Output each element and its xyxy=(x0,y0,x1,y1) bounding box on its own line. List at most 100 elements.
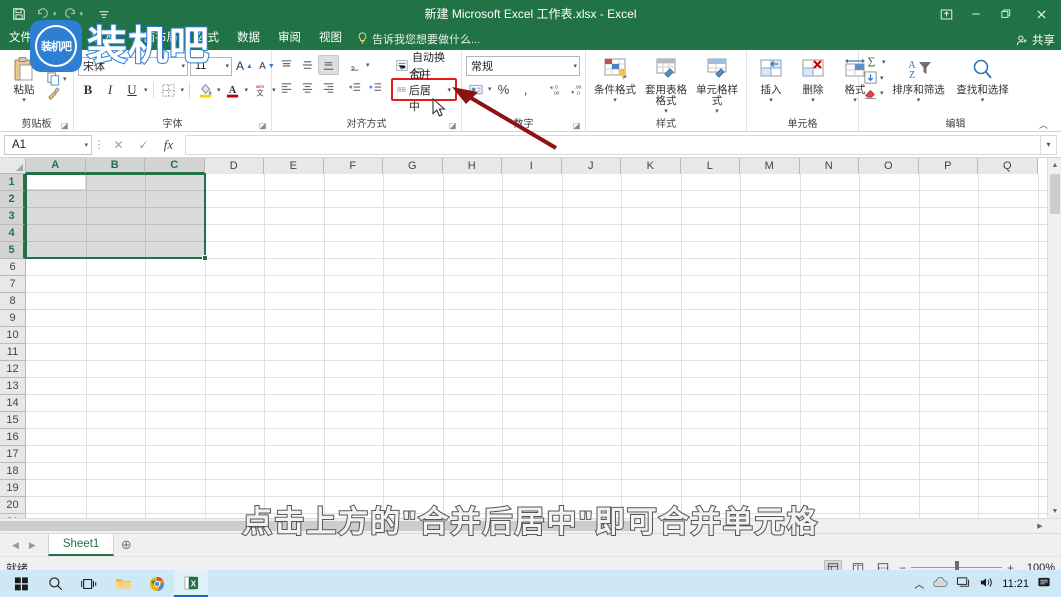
column-header-O[interactable]: O xyxy=(859,158,919,174)
next-sheet-icon[interactable]: ▶ xyxy=(29,540,36,551)
column-header-D[interactable]: D xyxy=(205,158,265,174)
row-header-3[interactable]: 3 xyxy=(0,208,25,225)
alignment-dialog-launcher-icon[interactable]: ◪ xyxy=(449,121,458,130)
network-icon[interactable] xyxy=(956,576,971,592)
formula-bar-grip[interactable]: ⋮ xyxy=(92,138,106,151)
font-name-dropdown-icon[interactable]: ▾ xyxy=(178,62,185,70)
tab-formulas[interactable]: 公式 xyxy=(187,28,228,50)
format-painter-button[interactable] xyxy=(46,87,67,102)
show-hidden-icons-icon[interactable]: ︿ xyxy=(914,576,924,591)
row-header-15[interactable]: 15 xyxy=(0,412,25,429)
customize-qat-icon[interactable] xyxy=(93,3,115,25)
column-header-Q[interactable]: Q xyxy=(978,158,1038,174)
conditional-formatting-button[interactable]: ≠ 条件格式 ▾ xyxy=(590,53,640,104)
redo-dropdown-icon[interactable]: ▾ xyxy=(80,10,84,18)
fill-dropdown-icon[interactable]: ▾ xyxy=(880,75,884,82)
vertical-scroll-thumb[interactable] xyxy=(1050,174,1060,214)
windows-start-icon[interactable] xyxy=(4,570,38,597)
row-header-16[interactable]: 16 xyxy=(0,429,25,446)
column-header-E[interactable]: E xyxy=(264,158,324,174)
minimize-icon[interactable] xyxy=(961,0,991,28)
row-header-20[interactable]: 20 xyxy=(0,497,25,514)
font-name-combo[interactable]: 宋体 ▾ xyxy=(78,57,188,76)
delete-cells-dropdown-icon[interactable]: ▾ xyxy=(811,97,815,104)
select-all-corner-icon[interactable] xyxy=(0,158,26,174)
column-header-H[interactable]: H xyxy=(443,158,503,174)
row-header-19[interactable]: 19 xyxy=(0,480,25,497)
align-center-button[interactable] xyxy=(297,77,317,97)
undo-icon[interactable] xyxy=(32,3,54,25)
scroll-up-icon[interactable]: ▲ xyxy=(1048,158,1061,172)
column-header-L[interactable]: L xyxy=(681,158,741,174)
autosum-dropdown-icon[interactable]: ▾ xyxy=(882,59,886,66)
chrome-icon[interactable] xyxy=(140,570,174,597)
percent-style-button[interactable]: % xyxy=(494,79,514,99)
row-header-1[interactable]: 1 xyxy=(0,174,25,191)
undo-dropdown-icon[interactable]: ▾ xyxy=(53,10,57,18)
row-header-10[interactable]: 10 xyxy=(0,327,25,344)
align-left-button[interactable] xyxy=(276,77,296,97)
prev-sheet-icon[interactable]: ◀ xyxy=(12,540,19,551)
row-header-4[interactable]: 4 xyxy=(0,225,25,242)
delete-cells-button[interactable]: 删除 ▾ xyxy=(793,53,833,104)
row-header-9[interactable]: 9 xyxy=(0,310,25,327)
fill-color-dropdown-icon[interactable]: ▾ xyxy=(217,87,221,94)
align-right-button[interactable] xyxy=(318,77,338,97)
row-header-11[interactable]: 11 xyxy=(0,344,25,361)
redo-icon[interactable] xyxy=(59,3,81,25)
formula-input[interactable] xyxy=(185,135,1041,155)
copy-button[interactable]: ▾ xyxy=(46,71,67,86)
notifications-icon[interactable] xyxy=(1037,576,1051,592)
tab-view[interactable]: 视图 xyxy=(310,28,351,50)
italic-button[interactable]: I xyxy=(100,80,120,100)
font-color-dropdown-icon[interactable]: ▾ xyxy=(245,87,249,94)
format-as-table-button[interactable]: 套用表格格式 ▾ xyxy=(641,53,691,115)
fill-color-button[interactable] xyxy=(195,80,215,100)
column-header-F[interactable]: F xyxy=(324,158,384,174)
merge-center-dropdown-icon[interactable]: ▾ xyxy=(444,87,454,94)
share-button[interactable]: 共享 xyxy=(1016,32,1055,48)
tab-review[interactable]: 审阅 xyxy=(269,28,310,50)
row-header-8[interactable]: 8 xyxy=(0,293,25,310)
format-cells-dropdown-icon[interactable]: ▾ xyxy=(853,97,857,104)
cancel-x-icon[interactable]: ✕ xyxy=(106,135,131,155)
row-header-17[interactable]: 17 xyxy=(0,446,25,463)
search-icon[interactable] xyxy=(38,570,72,597)
excel-icon[interactable]: X xyxy=(174,570,208,597)
number-format-dropdown-icon[interactable]: ▾ xyxy=(570,62,577,70)
row-header-18[interactable]: 18 xyxy=(0,463,25,480)
scroll-down-icon[interactable]: ▼ xyxy=(1048,504,1061,518)
fill-handle[interactable] xyxy=(202,255,208,261)
scroll-right-icon[interactable]: ▶ xyxy=(1033,519,1047,533)
volume-icon[interactable] xyxy=(979,576,994,592)
row-header-6[interactable]: 6 xyxy=(0,259,25,276)
align-top-button[interactable] xyxy=(276,55,296,75)
borders-dropdown-icon[interactable]: ▾ xyxy=(181,87,185,94)
accounting-format-button[interactable] xyxy=(466,79,486,99)
sheet-tab-sheet1[interactable]: Sheet1 xyxy=(48,534,114,556)
conditional-formatting-dropdown-icon[interactable]: ▾ xyxy=(613,97,617,104)
font-color-button[interactable]: A xyxy=(223,80,243,100)
vertical-scrollbar[interactable]: ▲ ▼ xyxy=(1047,158,1061,518)
number-format-combo[interactable]: 常规 ▾ xyxy=(466,56,580,76)
collapse-ribbon-icon[interactable]: ︿ xyxy=(1039,118,1048,131)
font-size-dropdown-icon[interactable]: ▾ xyxy=(222,62,229,70)
row-header-13[interactable]: 13 xyxy=(0,378,25,395)
increase-font-size-button[interactable]: A▲ xyxy=(234,56,255,76)
decrease-decimal-button[interactable]: .00.0 xyxy=(568,79,588,99)
find-select-dropdown-icon[interactable]: ▾ xyxy=(981,97,985,104)
orientation-dropdown-icon[interactable]: ▾ xyxy=(366,62,370,69)
font-dialog-launcher-icon[interactable]: ◪ xyxy=(259,121,268,130)
column-header-N[interactable]: N xyxy=(800,158,860,174)
onedrive-cloud-icon[interactable] xyxy=(932,577,948,591)
tab-insert[interactable]: 插入 xyxy=(82,28,123,50)
orientation-button[interactable]: a xyxy=(345,55,365,75)
expand-formula-bar-icon[interactable]: ▾ xyxy=(1041,135,1057,155)
merge-and-center-button[interactable]: 合并后居中 xyxy=(394,80,444,99)
active-cell[interactable] xyxy=(27,175,85,189)
close-icon[interactable] xyxy=(1021,0,1061,28)
increase-decimal-button[interactable]: .0.00 xyxy=(546,79,566,99)
taskbar-clock[interactable]: 11:21 xyxy=(1002,578,1029,590)
clear-dropdown-icon[interactable]: ▾ xyxy=(880,90,884,97)
copy-dropdown-icon[interactable]: ▾ xyxy=(63,76,67,83)
